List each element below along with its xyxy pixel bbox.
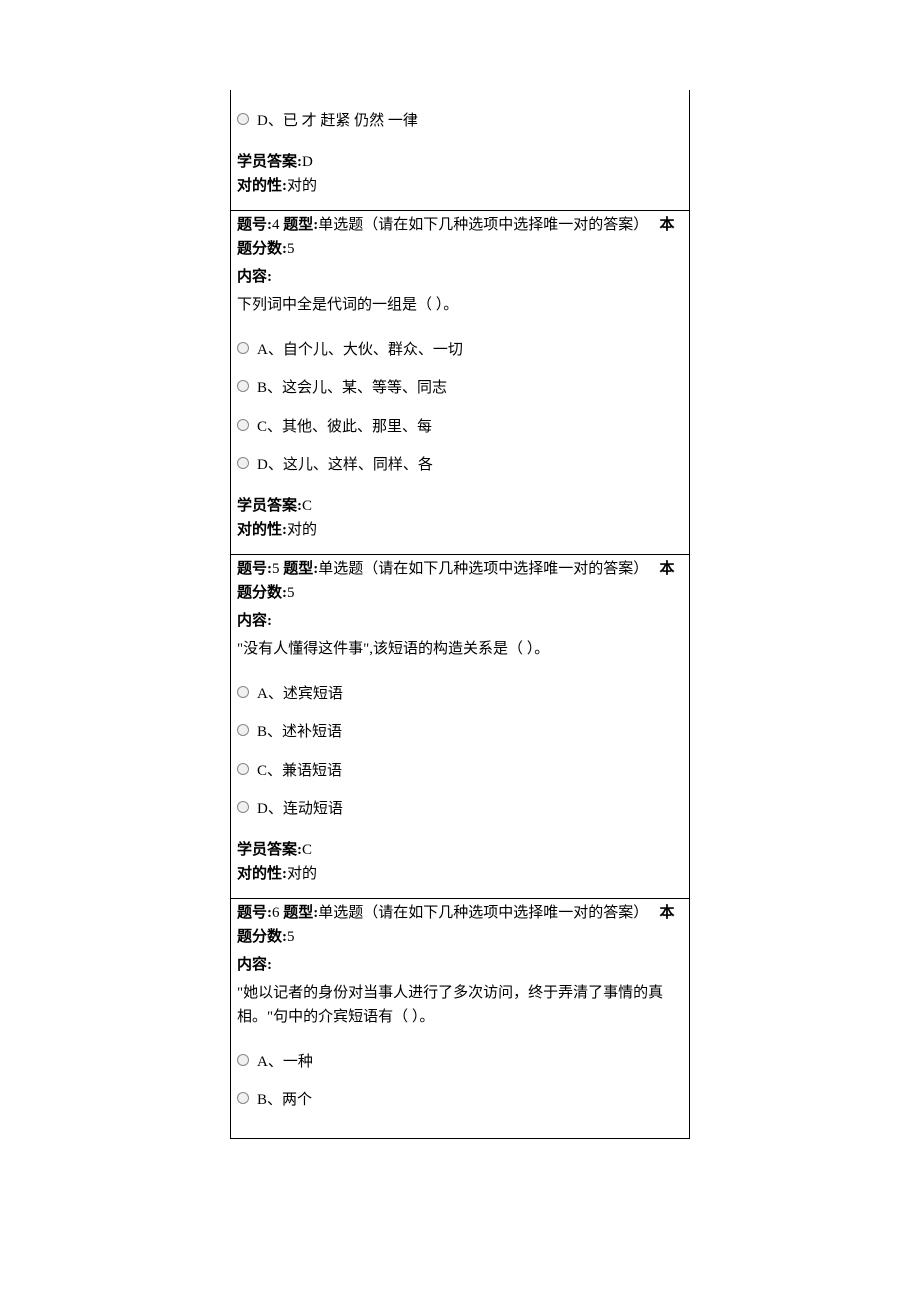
option-text: A、自个儿、大伙、群众、一切	[257, 339, 463, 362]
q5-option-d[interactable]: D、连动短语	[237, 798, 683, 821]
q-type-value: 单选题（请在如下几种选项中选择唯一对的答案）	[318, 561, 648, 577]
q-type-label: 题型:	[283, 905, 318, 921]
correctness: 对的性:对的	[237, 863, 683, 886]
q6-options: A、一种 B、两个	[231, 1031, 689, 1138]
option-text: C、其他、彼此、那里、每	[257, 416, 432, 439]
option-text: C、兼语短语	[257, 760, 342, 783]
q-type-label: 题型:	[283, 561, 318, 577]
q5-option-c[interactable]: C、兼语短语	[237, 760, 683, 783]
q5-option-b[interactable]: B、述补短语	[237, 721, 683, 744]
q4-header: 题号:4 题型:单选题（请在如下几种选项中选择唯一对的答案） 本题分数:5	[231, 211, 689, 263]
radio-icon	[237, 763, 249, 775]
q4-option-d[interactable]: D、这儿、这样、同样、各	[237, 454, 683, 477]
q-number: 4	[272, 217, 280, 233]
q5-option-a[interactable]: A、述宾短语	[237, 683, 683, 706]
q5-content-label: 内容:	[231, 607, 689, 635]
radio-icon	[237, 457, 249, 469]
q4-option-c[interactable]: C、其他、彼此、那里、每	[237, 416, 683, 439]
student-answer: 学员答案:D	[237, 151, 683, 174]
option-text: D、连动短语	[257, 798, 343, 821]
radio-icon	[237, 113, 249, 125]
radio-icon	[237, 1092, 249, 1104]
correct-label: 对的性:	[237, 178, 287, 194]
radio-icon	[237, 724, 249, 736]
option-text: A、述宾短语	[257, 683, 343, 706]
correct-label: 对的性:	[237, 522, 287, 538]
student-answer: 学员答案:C	[237, 495, 683, 518]
q5-answer-block: 学员答案:C 对的性:对的	[237, 839, 683, 886]
student-answer: 学员答案:C	[237, 839, 683, 862]
q-score-value: 5	[287, 929, 295, 945]
correctness: 对的性:对的	[237, 175, 683, 198]
option-text: D、已 才 赶紧 仍然 一律	[257, 110, 418, 133]
radio-icon	[237, 342, 249, 354]
q3-answer-block: 学员答案:D 对的性:对的	[237, 151, 683, 198]
q-number-label: 题号:	[237, 905, 272, 921]
q3-option-d[interactable]: D、已 才 赶紧 仍然 一律	[237, 110, 683, 133]
answer-label: 学员答案:	[237, 498, 302, 514]
answer-label: 学员答案:	[237, 842, 302, 858]
q-score-value: 5	[287, 241, 295, 257]
radio-icon	[237, 419, 249, 431]
correct-label: 对的性:	[237, 866, 287, 882]
q6-content-label: 内容:	[231, 951, 689, 979]
option-text: B、述补短语	[257, 721, 342, 744]
option-text: A、一种	[257, 1051, 313, 1074]
q-type-value: 单选题（请在如下几种选项中选择唯一对的答案）	[318, 905, 648, 921]
correctness: 对的性:对的	[237, 519, 683, 542]
correct-value: 对的	[287, 522, 317, 538]
q4-content-text: 下列词中全是代词的一组是（ ）。	[231, 291, 689, 319]
option-text: D、这儿、这样、同样、各	[257, 454, 433, 477]
correct-value: 对的	[287, 178, 317, 194]
answer-label: 学员答案:	[237, 154, 302, 170]
q-number: 6	[272, 905, 280, 921]
q6-option-b[interactable]: B、两个	[237, 1089, 683, 1112]
q-type-label: 题型:	[283, 217, 318, 233]
radio-icon	[237, 686, 249, 698]
q4-answer-block: 学员答案:C 对的性:对的	[237, 495, 683, 542]
radio-icon	[237, 801, 249, 813]
q6-option-a[interactable]: A、一种	[237, 1051, 683, 1074]
correct-value: 对的	[287, 866, 317, 882]
q6-content-text: "她以记者的身份对当事人进行了多次访问，终于弄清了事情的真相。"句中的介宾短语有…	[231, 979, 689, 1031]
radio-icon	[237, 1054, 249, 1066]
q4-option-a[interactable]: A、自个儿、大伙、群众、一切	[237, 339, 683, 362]
q-score-value: 5	[287, 585, 295, 601]
q4-content-label: 内容:	[231, 263, 689, 291]
q4-options: A、自个儿、大伙、群众、一切 B、这会儿、某、等等、同志 C、其他、彼此、那里、…	[231, 319, 689, 554]
option-text: B、两个	[257, 1089, 312, 1112]
q-number-label: 题号:	[237, 561, 272, 577]
q6-header: 题号:6 题型:单选题（请在如下几种选项中选择唯一对的答案） 本题分数:5	[231, 899, 689, 951]
q-number-label: 题号:	[237, 217, 272, 233]
q-number: 5	[272, 561, 280, 577]
q4-option-b[interactable]: B、这会儿、某、等等、同志	[237, 377, 683, 400]
radio-icon	[237, 380, 249, 392]
answer-value: D	[302, 154, 313, 170]
q5-options: A、述宾短语 B、述补短语 C、兼语短语 D、连动短语 学员答案:C 对的性:对…	[231, 663, 689, 898]
answer-value: C	[302, 498, 312, 514]
option-text: B、这会儿、某、等等、同志	[257, 377, 447, 400]
q5-header: 题号:5 题型:单选题（请在如下几种选项中选择唯一对的答案） 本题分数:5	[231, 555, 689, 607]
q5-content-text: "没有人懂得这件事",该短语的构造关系是（ ）。	[231, 635, 689, 663]
answer-value: C	[302, 842, 312, 858]
quiz-container: D、已 才 赶紧 仍然 一律 学员答案:D 对的性:对的 题号:4 题型:单选题…	[230, 90, 690, 1139]
q-type-value: 单选题（请在如下几种选项中选择唯一对的答案）	[318, 217, 648, 233]
question-3-tail: D、已 才 赶紧 仍然 一律 学员答案:D 对的性:对的	[231, 90, 689, 210]
